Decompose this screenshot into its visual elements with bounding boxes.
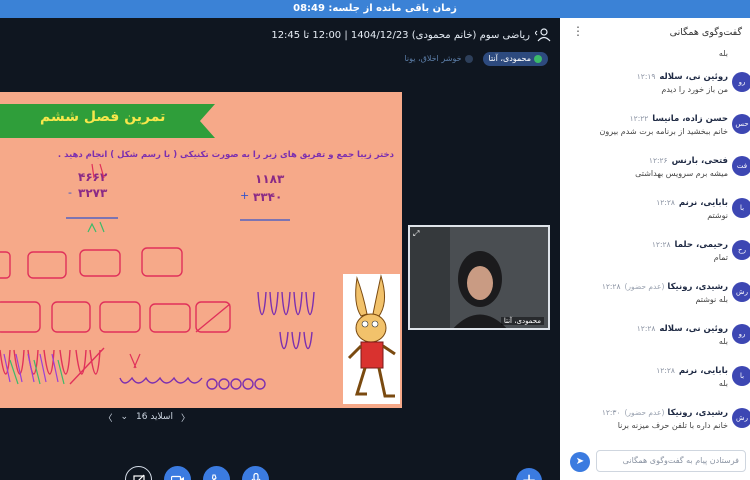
mic-icon — [534, 55, 542, 63]
chat-messages[interactable]: بله رو روئین نی، سلاله۱۲:۱۹ من باز خورد را … — [560, 46, 750, 450]
phone-icon[interactable] — [203, 466, 230, 480]
message-time: ۱۲:۲۶ — [648, 156, 668, 165]
message-sender: رحیمی، حلما۱۲:۲۸ — [560, 237, 728, 250]
sender-name: رشیدی، رونیکا — [667, 282, 728, 292]
presentation-slide: تمرین فصل ششم دختر زیبا جمع و تفریق های … — [0, 92, 402, 408]
next-slide-icon[interactable]: 〈 — [181, 411, 190, 424]
message-time: ۱۲:۲۸ — [656, 198, 675, 207]
chat-header: گفت‌وگوی همگانی ⋮ — [560, 18, 750, 46]
camera-icon[interactable] — [164, 466, 191, 480]
chat-message: فت فتحی، بارنس۱۲:۲۶ میشه برم سرویس بهداشتی — [560, 153, 750, 195]
remaining-time-bar: زمان باقی مانده از جلسه: 08:49 — [0, 0, 750, 18]
microphone-icon[interactable] — [242, 466, 269, 480]
message-text: خانم داره با تلفن حرف میزنه برنا — [617, 421, 728, 430]
avatar: فت — [732, 156, 750, 176]
avatar: رو — [732, 72, 750, 92]
chip-label: محمودی، آنتا — [488, 54, 531, 63]
message-sender: روئین نی، سلاله۱۲:۲۸ — [560, 321, 728, 334]
rabbit-cartoon-image — [343, 274, 400, 404]
message-time: ۱۲:۳۰ — [601, 408, 621, 417]
avatar: رو — [732, 324, 750, 344]
chat-message: رش رشیدی، رونیکا(عدم حضور)۱۲:۲۸ بله نوشتم — [560, 279, 750, 321]
sender-name: بابایی، نرنم — [678, 198, 728, 208]
webcam-tile[interactable]: ⤢ محمودی، آنتا — [408, 225, 550, 330]
annotation-drawings: - + — [0, 163, 315, 390]
actions-plus-button[interactable]: + — [516, 468, 542, 480]
chat-message: رو روئین نی، سلاله۱۲:۱۹ من باز خورد را دید… — [560, 69, 750, 111]
message-text: بله — [718, 337, 728, 346]
avatar: رح — [732, 240, 750, 260]
message-text: میشه برم سرویس بهداشتی — [635, 169, 728, 178]
chat-message: با بابایی، نرنم۱۲:۲۸ نوشتم — [560, 195, 750, 237]
chat-message: رش رشیدی، رونیکا(عدم حضور)۱۲:۳۰ خانم داره … — [560, 405, 750, 447]
sender-name: روئین نی، سلاله — [659, 324, 728, 334]
message-text: نوشتم — [707, 211, 728, 220]
message-time: ۱۲:۲۲ — [629, 114, 649, 123]
message-sender: رشیدی، رونیکا(عدم حضور)۱۲:۳۰ — [560, 405, 728, 418]
absent-tag: (عدم حضور) — [624, 282, 665, 291]
session-title: ریاضی سوم (خانم محمودی) 1404/12/23 | 12:… — [271, 30, 530, 41]
message-sender: بابایی، نرنم۱۲:۲۸ — [560, 195, 728, 208]
session-header: ریاضی سوم (خانم محمودی) 1404/12/23 | 12:… — [0, 26, 560, 48]
message-time: ۱۲:۲۸ — [636, 324, 656, 333]
sender-name: حسن زاده، مانیسا — [652, 114, 728, 124]
svg-text:-: - — [68, 186, 72, 199]
participant-chips: محمودی، آنتا خوشر اخلاق، یونا — [398, 52, 548, 68]
message-time: ۱۲:۲۸ — [651, 240, 671, 249]
participant-chip-speaking[interactable]: محمودی، آنتا — [482, 52, 548, 66]
sender-name: رشیدی، رونیکا — [667, 408, 728, 418]
message-text: من باز خورد را دیدم — [661, 85, 728, 94]
message-sender: فتحی، بارنس۱۲:۲۶ — [560, 153, 728, 166]
chip-label: خوشر اخلاق، یونا — [404, 54, 462, 63]
message-time: ۱۲:۲۸ — [601, 282, 621, 291]
sender-name: روئین نی، سلاله — [659, 72, 728, 82]
sender-name: رحیمی، حلما — [674, 240, 728, 250]
slide-label[interactable]: اسلاید 16 — [136, 412, 173, 422]
user-settings-icon[interactable] — [532, 28, 554, 46]
avatar: رش — [732, 408, 750, 428]
expand-icon[interactable]: ⤢ — [413, 229, 419, 239]
message-sender: بابایی، نرنم۱۲:۲۸ — [560, 363, 728, 376]
participant-chip[interactable]: خوشر اخلاق، یونا — [398, 52, 478, 66]
chat-message: با بابایی، نرنم۱۲:۲۸ بله — [560, 363, 750, 405]
message-sender: روئین نی، سلاله۱۲:۱۹ — [560, 69, 728, 82]
message-sender: حسن زاده، مانیسا۱۲:۲۲ — [560, 111, 728, 124]
bottom-controls — [125, 466, 269, 480]
chat-message: بله — [560, 49, 750, 69]
screen-share-off-icon[interactable] — [125, 466, 152, 480]
chat-title: گفت‌وگوی همگانی — [669, 27, 742, 38]
public-chat-panel: گفت‌وگوی همگانی ⋮ بله رو روئین نی، سلاله۱۲… — [560, 18, 750, 480]
chat-message: رح رحیمی، حلما۱۲:۲۸ تمام — [560, 237, 750, 279]
main-area: ریاضی سوم (خانم محمودی) 1404/12/23 | 12:… — [0, 18, 560, 480]
prev-slide-icon[interactable]: 〉 — [103, 411, 112, 424]
webcam-name: محمودی، آنتا — [500, 317, 544, 325]
message-text: بله — [718, 379, 728, 388]
chat-input[interactable]: فرستادن پیام به گفت‌وگوی همگانی — [596, 450, 746, 472]
message-text: خانم ببخشید از برنامه برت شدم بیرون — [599, 127, 728, 136]
message-time: ۱۲:۱۹ — [636, 72, 656, 81]
message-time: ۱۲:۲۸ — [656, 366, 675, 375]
message-sender: رشیدی، رونیکا(عدم حضور)۱۲:۲۸ — [560, 279, 728, 292]
message-text: تمام — [713, 253, 728, 262]
absent-tag: (عدم حضور) — [624, 408, 665, 417]
avatar-icon — [464, 55, 473, 63]
webcam-video — [410, 227, 548, 328]
sender-name: بابایی، نرنم — [678, 366, 728, 376]
slide-navigation: 〈 اسلاید 16 ⌄ 〉 — [80, 408, 190, 426]
sender-name: فتحی، بارنس — [671, 156, 728, 166]
chat-message: حس حسن زاده، مانیسا۱۲:۲۲ خانم ببخشید از بر… — [560, 111, 750, 153]
avatar: با — [732, 366, 750, 386]
message-text: بله — [718, 49, 728, 58]
more-options-icon[interactable]: ⋮ — [572, 24, 584, 38]
chevron-down-icon[interactable]: ⌄ — [120, 412, 128, 422]
avatar: حس — [732, 114, 750, 134]
avatar: رش — [732, 282, 750, 302]
svg-text:+: + — [240, 189, 249, 202]
chat-message: رو روئین نی، سلاله۱۲:۲۸ بله — [560, 321, 750, 363]
avatar: با — [732, 198, 750, 218]
message-text: بله نوشتم — [695, 295, 728, 304]
send-icon[interactable]: ➤ — [570, 452, 590, 472]
